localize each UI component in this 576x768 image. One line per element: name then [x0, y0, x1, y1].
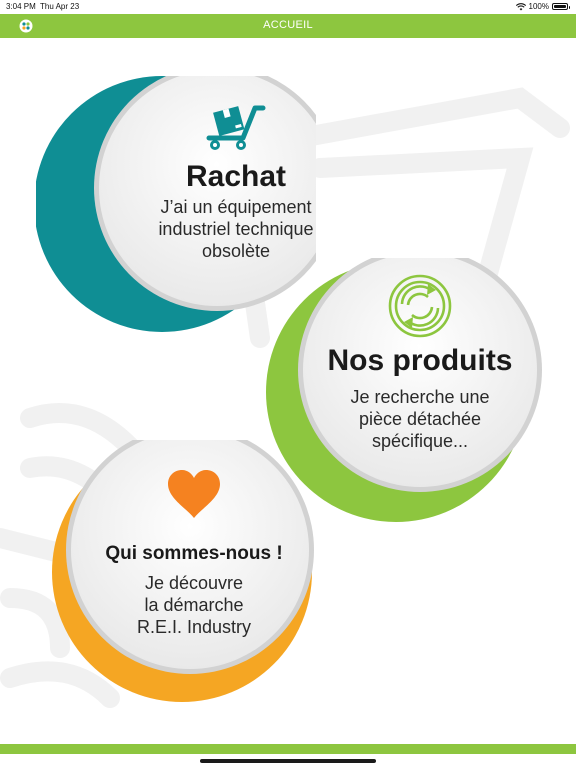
produits-content: Nos produits Je recherche une pièce déta… — [302, 274, 538, 452]
status-date: Thu Apr 23 — [40, 2, 80, 11]
produits-line-1: Je recherche une — [350, 387, 490, 407]
produits-description: Je recherche une pièce détachée spécifiq… — [302, 386, 538, 452]
qui-content: Qui sommes-nous ! Je découvre la démarch… — [76, 468, 312, 638]
qui-description: Je découvre la démarche R.E.I. Industry — [76, 572, 312, 638]
bottom-bar — [0, 744, 576, 754]
produits-line-3: spécifique... — [371, 431, 469, 451]
produits-line-2: pièce détachée — [358, 409, 482, 429]
rachat-content: Rachat J’ai un équipement industriel tec… — [126, 104, 346, 262]
wifi-icon — [515, 2, 526, 10]
qui-line-3: R.E.I. Industry — [136, 617, 252, 637]
qui-line-2: la démarche — [144, 595, 244, 615]
recycle-circle-icon — [388, 274, 452, 338]
nav-bar: ACCUEIL — [0, 14, 576, 38]
rachat-description: J’ai un équipement industriel technique … — [126, 196, 346, 262]
status-bar: 3:04 PM Thu Apr 23 100% — [0, 0, 576, 14]
status-time: 3:04 PM — [6, 2, 36, 11]
status-right: 100% — [515, 2, 570, 11]
qui-title: Qui sommes-nous ! — [105, 543, 283, 564]
rachat-line-1: J’ai un équipement — [160, 197, 312, 217]
home-indicator[interactable] — [200, 759, 376, 763]
page-title: ACCUEIL — [263, 19, 313, 31]
battery-percent: 100% — [528, 2, 549, 11]
heart-icon — [168, 470, 220, 518]
hand-truck-box-icon — [206, 105, 266, 150]
battery-icon — [552, 3, 570, 10]
rachat-title: Rachat — [185, 160, 287, 193]
qui-line-1: Je découvre — [144, 573, 244, 593]
qui-sommes-nous-card[interactable]: Qui sommes-nous ! Je découvre la démarch… — [36, 440, 326, 702]
rachat-line-2: industriel technique — [158, 219, 314, 239]
produits-title: Nos produits — [327, 344, 513, 377]
